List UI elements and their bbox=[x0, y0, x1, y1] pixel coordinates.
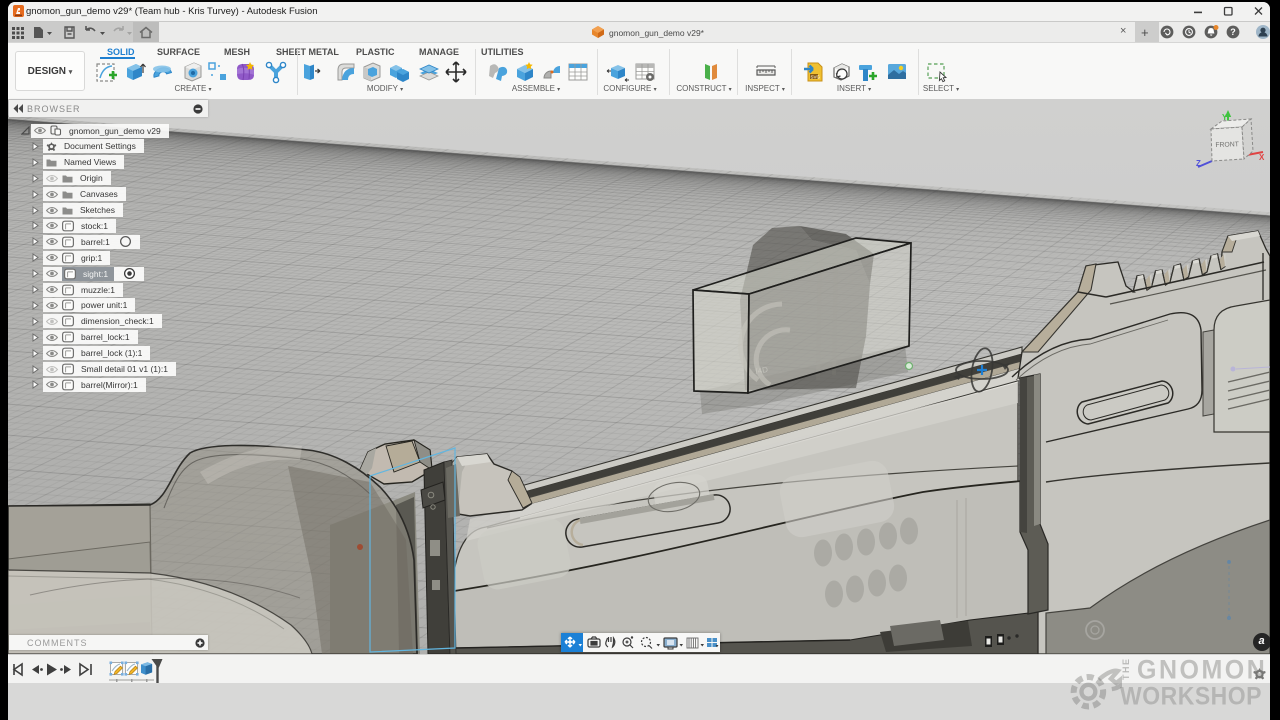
svg-text:Z: Z bbox=[1196, 159, 1201, 168]
svg-text:?: ? bbox=[1230, 27, 1236, 37]
svg-text:FRONT: FRONT bbox=[1215, 141, 1239, 149]
svg-text:SVG: SVG bbox=[811, 75, 821, 80]
svg-text:X: X bbox=[1259, 153, 1265, 162]
